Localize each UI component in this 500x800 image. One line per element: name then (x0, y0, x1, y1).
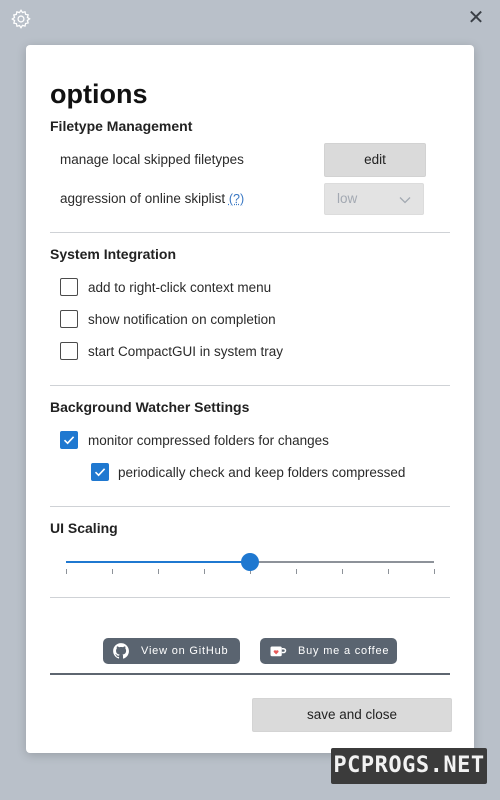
options-window: ✕ options Filetype Management manage loc… (0, 0, 500, 800)
slider-tick (204, 569, 205, 574)
page-title: options (50, 79, 148, 109)
aggression-label-text: aggression of online skiplist (60, 191, 226, 206)
periodic-check-checkbox[interactable] (91, 463, 109, 481)
watermark: PCPROGS.NET (331, 748, 487, 784)
divider (50, 506, 450, 507)
edit-button[interactable]: edit (324, 143, 426, 177)
divider (50, 385, 450, 386)
view-on-github-button[interactable]: View on GitHub (103, 638, 240, 664)
notification-label: show notification on completion (88, 312, 276, 327)
ui-scaling-slider-thumb[interactable] (241, 553, 259, 571)
slider-tick (296, 569, 297, 574)
save-and-close-button[interactable]: save and close (252, 698, 452, 732)
divider (50, 597, 450, 598)
ui-scaling-slider-fill (66, 561, 250, 563)
slider-tick (342, 569, 343, 574)
checkmark-icon (63, 436, 75, 445)
aggression-help-link[interactable]: (?) (229, 192, 244, 206)
aggression-label: aggression of online skiplist (?) (60, 191, 244, 206)
aggression-select[interactable]: low (324, 183, 424, 215)
slider-tick (158, 569, 159, 574)
periodic-check-label: periodically check and keep folders comp… (118, 465, 406, 480)
view-on-github-label: View on GitHub (141, 645, 229, 657)
context-menu-checkbox[interactable] (60, 278, 78, 296)
gear-icon[interactable] (10, 8, 32, 30)
filetype-management-heading: Filetype Management (50, 118, 193, 134)
system-tray-label: start CompactGUI in system tray (88, 344, 284, 359)
slider-tick (112, 569, 113, 574)
system-integration-heading: System Integration (50, 246, 177, 262)
aggression-select-value: low (337, 191, 358, 206)
github-icon (113, 643, 129, 659)
notification-checkbox[interactable] (60, 310, 78, 328)
buy-me-a-coffee-label: Buy me a coffee (298, 645, 390, 657)
checkmark-icon (94, 468, 106, 477)
monitor-folders-checkbox[interactable] (60, 431, 78, 449)
options-panel: options Filetype Management manage local… (26, 45, 474, 753)
buy-me-a-coffee-button[interactable]: Buy me a coffee (260, 638, 397, 664)
context-menu-label: add to right-click context menu (88, 280, 272, 295)
footer-divider (50, 673, 450, 675)
close-icon[interactable]: ✕ (464, 6, 488, 30)
slider-tick (66, 569, 67, 574)
coffee-cup-icon (270, 646, 287, 657)
monitor-folders-label: monitor compressed folders for changes (88, 433, 329, 448)
manage-skipped-filetypes-label: manage local skipped filetypes (60, 152, 244, 167)
divider (50, 232, 450, 233)
slider-tick (388, 569, 389, 574)
slider-tick (434, 569, 435, 574)
system-tray-checkbox[interactable] (60, 342, 78, 360)
chevron-down-icon (399, 197, 411, 204)
background-watcher-heading: Background Watcher Settings (50, 399, 250, 415)
ui-scaling-heading: UI Scaling (50, 520, 118, 536)
